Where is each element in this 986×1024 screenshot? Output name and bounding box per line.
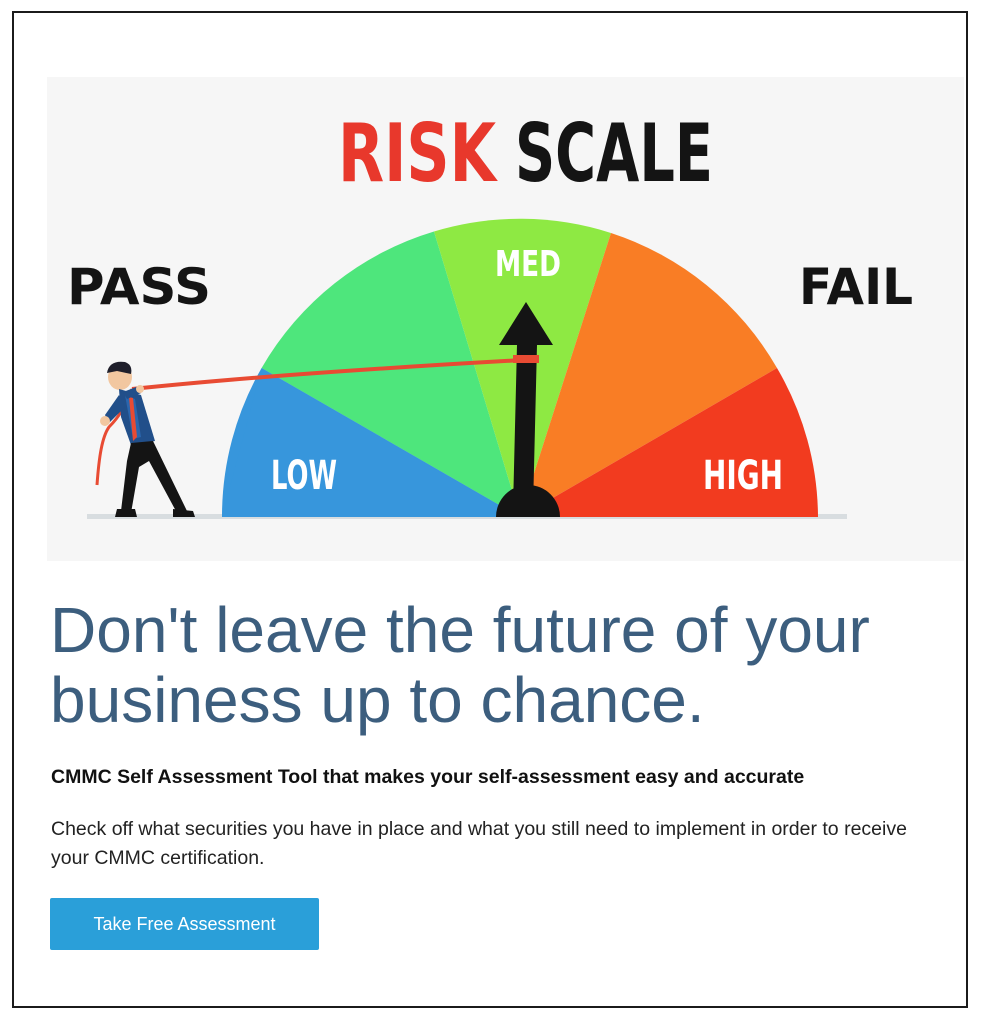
risk-word: RISK [338, 107, 498, 200]
scale-word: SCALE [515, 107, 713, 200]
pass-label: PASS [67, 258, 211, 316]
take-assessment-button[interactable]: Take Free Assessment [50, 898, 319, 950]
gauge-label-med: MED [495, 244, 561, 285]
page-headline: Don't leave the future of your business … [50, 594, 870, 736]
hero-illustration: RISK SCALE PASS FAIL LOW MED HIGH [47, 77, 964, 561]
risk-scale-graphic: RISK SCALE PASS FAIL LOW MED HIGH [67, 107, 913, 519]
gauge-label-high: HIGH [703, 453, 783, 499]
gauge-label-low: LOW [271, 453, 337, 499]
fail-label: FAIL [799, 258, 913, 316]
tool-subheading: CMMC Self Assessment Tool that makes you… [51, 766, 805, 788]
description-text: Check off what securities you have in pl… [51, 818, 907, 869]
